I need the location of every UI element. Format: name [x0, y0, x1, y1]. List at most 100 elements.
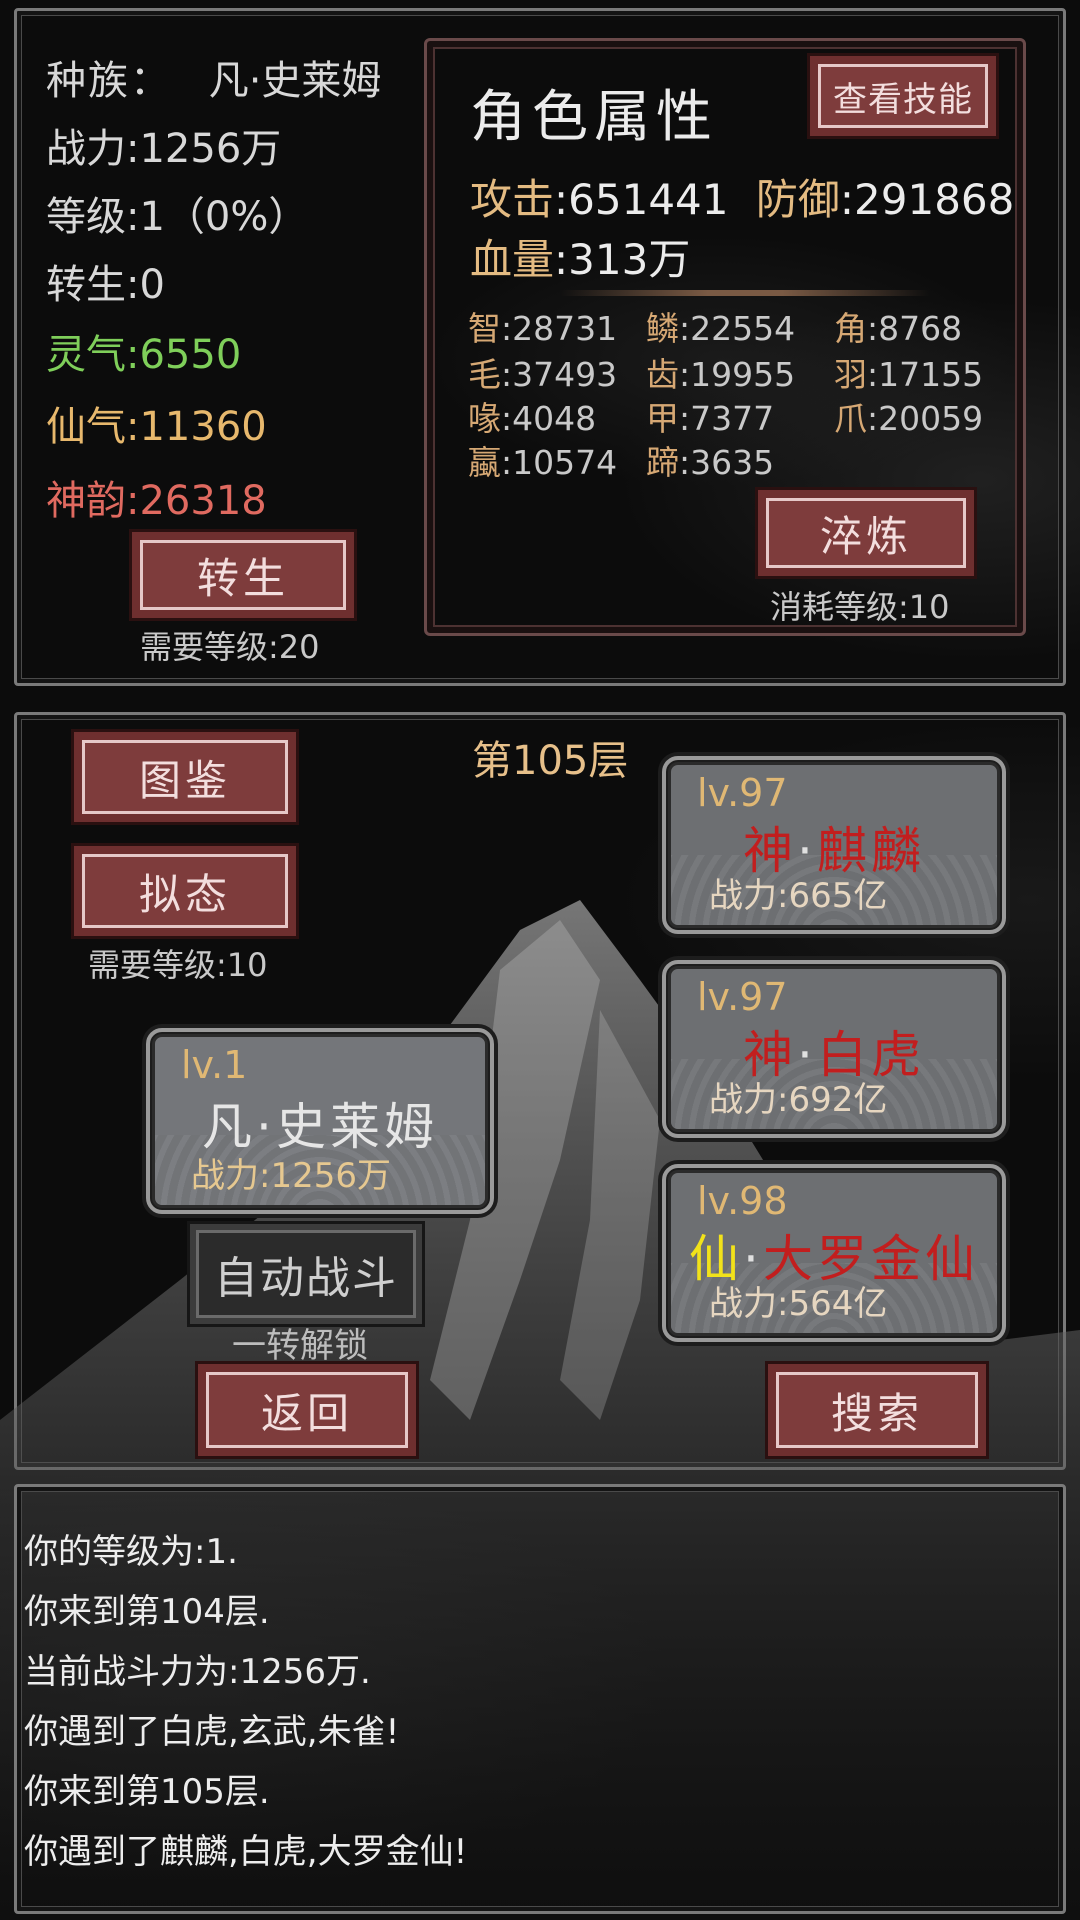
rebirth-value: :0 [126, 262, 165, 308]
stat-mao-key: 毛 [468, 355, 501, 394]
race-value: 凡·史莱姆 [208, 58, 382, 104]
auto-battle-note: 一转解锁 [232, 1326, 368, 1366]
stat-yu-value: :17155 [867, 355, 984, 394]
stat-lin-value: :22554 [679, 309, 796, 348]
enemy-power: 战力:564亿 [709, 1284, 888, 1324]
stat-ti-key: 蹄 [646, 443, 679, 482]
stat-zhua-key: 爪 [834, 399, 867, 438]
stat-luo-value: :10574 [501, 443, 618, 482]
xianqi-value: :11360 [126, 404, 267, 450]
player-card[interactable]: lv.1 凡·史莱姆 战力:1256万 [146, 1028, 494, 1214]
lingqi-value: :6550 [126, 332, 242, 378]
xianqi-row: 仙气:11360 [46, 394, 267, 452]
refine-button-label: 淬炼 [819, 511, 912, 561]
rebirth-requirement: 需要等级:20 [140, 628, 320, 666]
level-label: 等级 [46, 194, 126, 240]
attack-label: 攻击 [470, 175, 555, 224]
enemy-level: lv.97 [697, 771, 788, 815]
stat-chi-value: :19955 [679, 355, 796, 394]
stat-lin-key: 鳞 [646, 309, 679, 348]
enemy-level: lv.97 [697, 975, 788, 1019]
xianqi-label: 仙气 [46, 404, 126, 450]
level-value: :1（0%） [126, 194, 309, 240]
refine-button[interactable]: 淬炼 [758, 490, 974, 576]
log-line: 你来到第104层. [24, 1592, 270, 1632]
hp-value: :313万 [554, 235, 691, 284]
search-button[interactable]: 搜索 [768, 1364, 986, 1456]
attributes-divider [560, 290, 930, 296]
enemy-power: 战力:692亿 [709, 1080, 888, 1120]
stat-yu: 羽:17155 [834, 348, 983, 396]
enemy-card[interactable]: lv.97 神·麒麟 战力:665亿 [662, 756, 1006, 934]
lingqi-row: 灵气:6550 [46, 322, 241, 380]
player-level: lv.1 [181, 1043, 248, 1087]
mimic-button[interactable]: 拟态 [74, 846, 296, 936]
back-button[interactable]: 返回 [198, 1364, 416, 1456]
stat-zhi-key: 智 [468, 309, 501, 348]
codex-button-label: 图鉴 [138, 755, 231, 805]
defense-value: :291868 [839, 175, 1015, 224]
view-skills-label: 查看技能 [833, 79, 973, 120]
codex-button[interactable]: 图鉴 [74, 732, 296, 822]
stat-zhi-value: :28731 [501, 309, 618, 348]
stat-yu-key: 羽 [834, 355, 867, 394]
stat-jiao: 角:8768 [834, 302, 962, 350]
stat-jiao-value: :8768 [867, 309, 963, 348]
stat-mao-value: :37493 [501, 355, 618, 394]
stat-zhua: 爪:20059 [834, 392, 983, 440]
stat-jia: 甲:7377 [646, 392, 774, 440]
stat-zhua-value: :20059 [867, 399, 984, 438]
shenyun-value: :26318 [126, 478, 267, 524]
attack-value: :651441 [554, 175, 729, 224]
stat-hui-value: :4048 [501, 399, 597, 438]
rebirth-button[interactable]: 转生 [132, 532, 354, 618]
rebirth-row: 转生:0 [46, 252, 165, 310]
mimic-requirement: 需要等级:10 [88, 946, 268, 984]
shenyun-row: 神韵:26318 [46, 468, 267, 526]
log-line: 你的等级为:1. [24, 1532, 238, 1572]
view-skills-button[interactable]: 查看技能 [810, 56, 996, 136]
shenyun-label: 神韵 [46, 478, 126, 524]
log-line: 你遇到了麒麟,白虎,大罗金仙! [24, 1832, 468, 1872]
stat-hui-key: 喙 [468, 399, 501, 438]
log-line: 你来到第105层. [24, 1772, 270, 1812]
rebirth-label: 转生 [46, 262, 126, 308]
stat-mao: 毛:37493 [468, 348, 617, 396]
stat-lin: 鳞:22554 [646, 302, 795, 350]
log-line: 你遇到了白虎,玄武,朱雀! [24, 1712, 400, 1752]
enemy-level: lv.98 [697, 1179, 788, 1223]
stat-luo-key: 蠃 [468, 443, 501, 482]
stat-chi: 齿:19955 [646, 348, 795, 396]
attack-defense-row: 攻击:651441 防御:291868 [470, 166, 1014, 227]
power-row: 战力:1256万 [46, 116, 281, 174]
stat-jia-value: :7377 [679, 399, 775, 438]
attributes-title: 角色属性 [470, 85, 718, 150]
stat-zhi: 智:28731 [468, 302, 617, 350]
power-value: :1256万 [126, 126, 282, 172]
rebirth-button-label: 转生 [196, 553, 289, 603]
lingqi-label: 灵气 [46, 332, 126, 378]
log-line: 当前战斗力为:1256万. [24, 1652, 371, 1692]
back-button-label: 返回 [260, 1388, 353, 1438]
auto-battle-label: 自动战斗 [214, 1253, 398, 1304]
stat-jia-key: 甲 [646, 399, 679, 438]
search-button-label: 搜索 [830, 1388, 923, 1438]
enemy-card[interactable]: lv.98 仙·大罗金仙 战力:564亿 [662, 1164, 1006, 1342]
refine-cost: 消耗等级:10 [770, 588, 950, 626]
enemy-card[interactable]: lv.97 神·白虎 战力:692亿 [662, 960, 1006, 1138]
mimic-button-label: 拟态 [138, 869, 231, 919]
stat-ti-value: :3635 [679, 443, 775, 482]
defense-label: 防御 [755, 175, 840, 224]
level-row: 等级:1（0%） [46, 184, 308, 242]
stat-luo: 蠃:10574 [468, 436, 617, 484]
player-power: 战力:1256万 [191, 1156, 391, 1196]
enemy-power: 战力:665亿 [709, 876, 888, 916]
auto-battle-button[interactable]: 自动战斗 [190, 1224, 422, 1324]
power-label: 战力 [46, 126, 126, 172]
hp-label: 血量 [470, 235, 555, 284]
stat-chi-key: 齿 [646, 355, 679, 394]
hp-row: 血量:313万 [470, 226, 690, 287]
race-row: 种族： 凡·史莱姆 [46, 48, 381, 106]
stat-ti: 蹄:3635 [646, 436, 774, 484]
floor-label: 第105层 [472, 738, 629, 784]
